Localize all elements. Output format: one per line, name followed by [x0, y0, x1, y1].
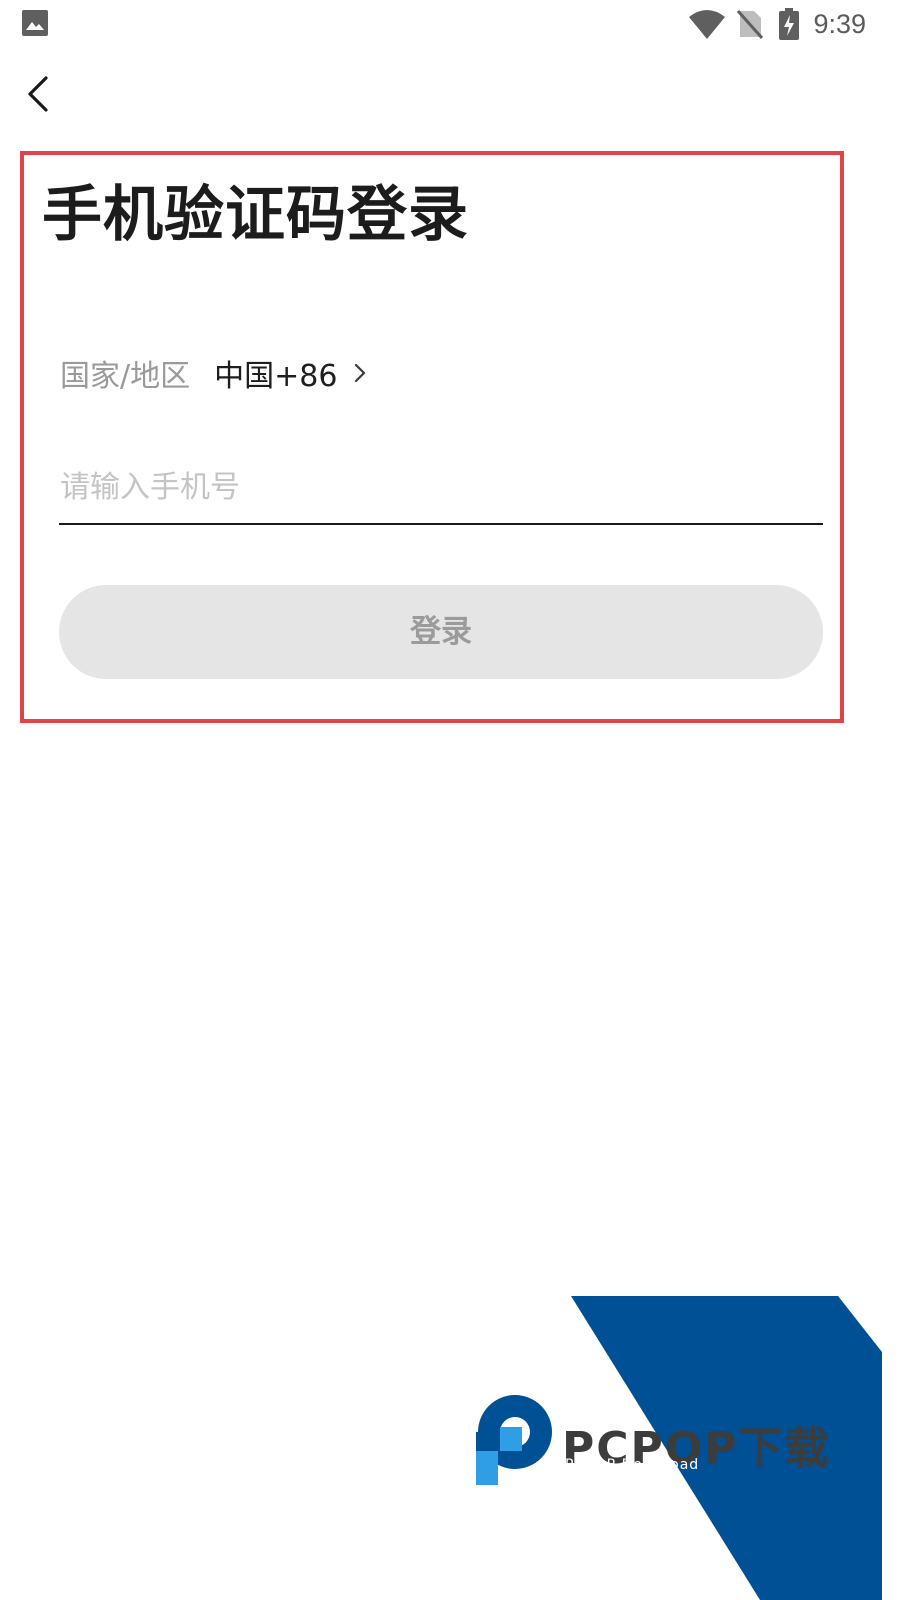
chevron-right-icon[interactable]	[353, 362, 367, 384]
no-sim-icon	[737, 10, 764, 39]
status-bar: 9:39	[0, 0, 900, 48]
region-selector[interactable]: 国家/地区 中国+86	[60, 350, 367, 396]
status-icons: 9:39	[689, 6, 866, 42]
pcpop-logo-icon	[476, 1395, 552, 1485]
phone-underline	[59, 523, 823, 525]
chevron-left-icon[interactable]	[22, 72, 62, 116]
watermark-subtitle: PCPOP Download	[565, 1457, 700, 1473]
status-time: 9:39	[813, 8, 866, 39]
login-button[interactable]: 登录	[59, 585, 823, 679]
page-title: 手机验证码登录	[42, 180, 469, 250]
wifi-icon	[689, 10, 726, 39]
phone-input[interactable]	[60, 452, 822, 522]
login-screen: 9:39 手机验证码登录 国家/地区 中国+86 登录 PCPOP下载 PCPO…	[0, 0, 900, 1600]
region-value[interactable]: 中国+86	[214, 351, 337, 395]
battery-charging-icon	[779, 8, 800, 40]
gallery-icon	[22, 10, 48, 36]
region-label: 国家/地区	[60, 359, 191, 394]
